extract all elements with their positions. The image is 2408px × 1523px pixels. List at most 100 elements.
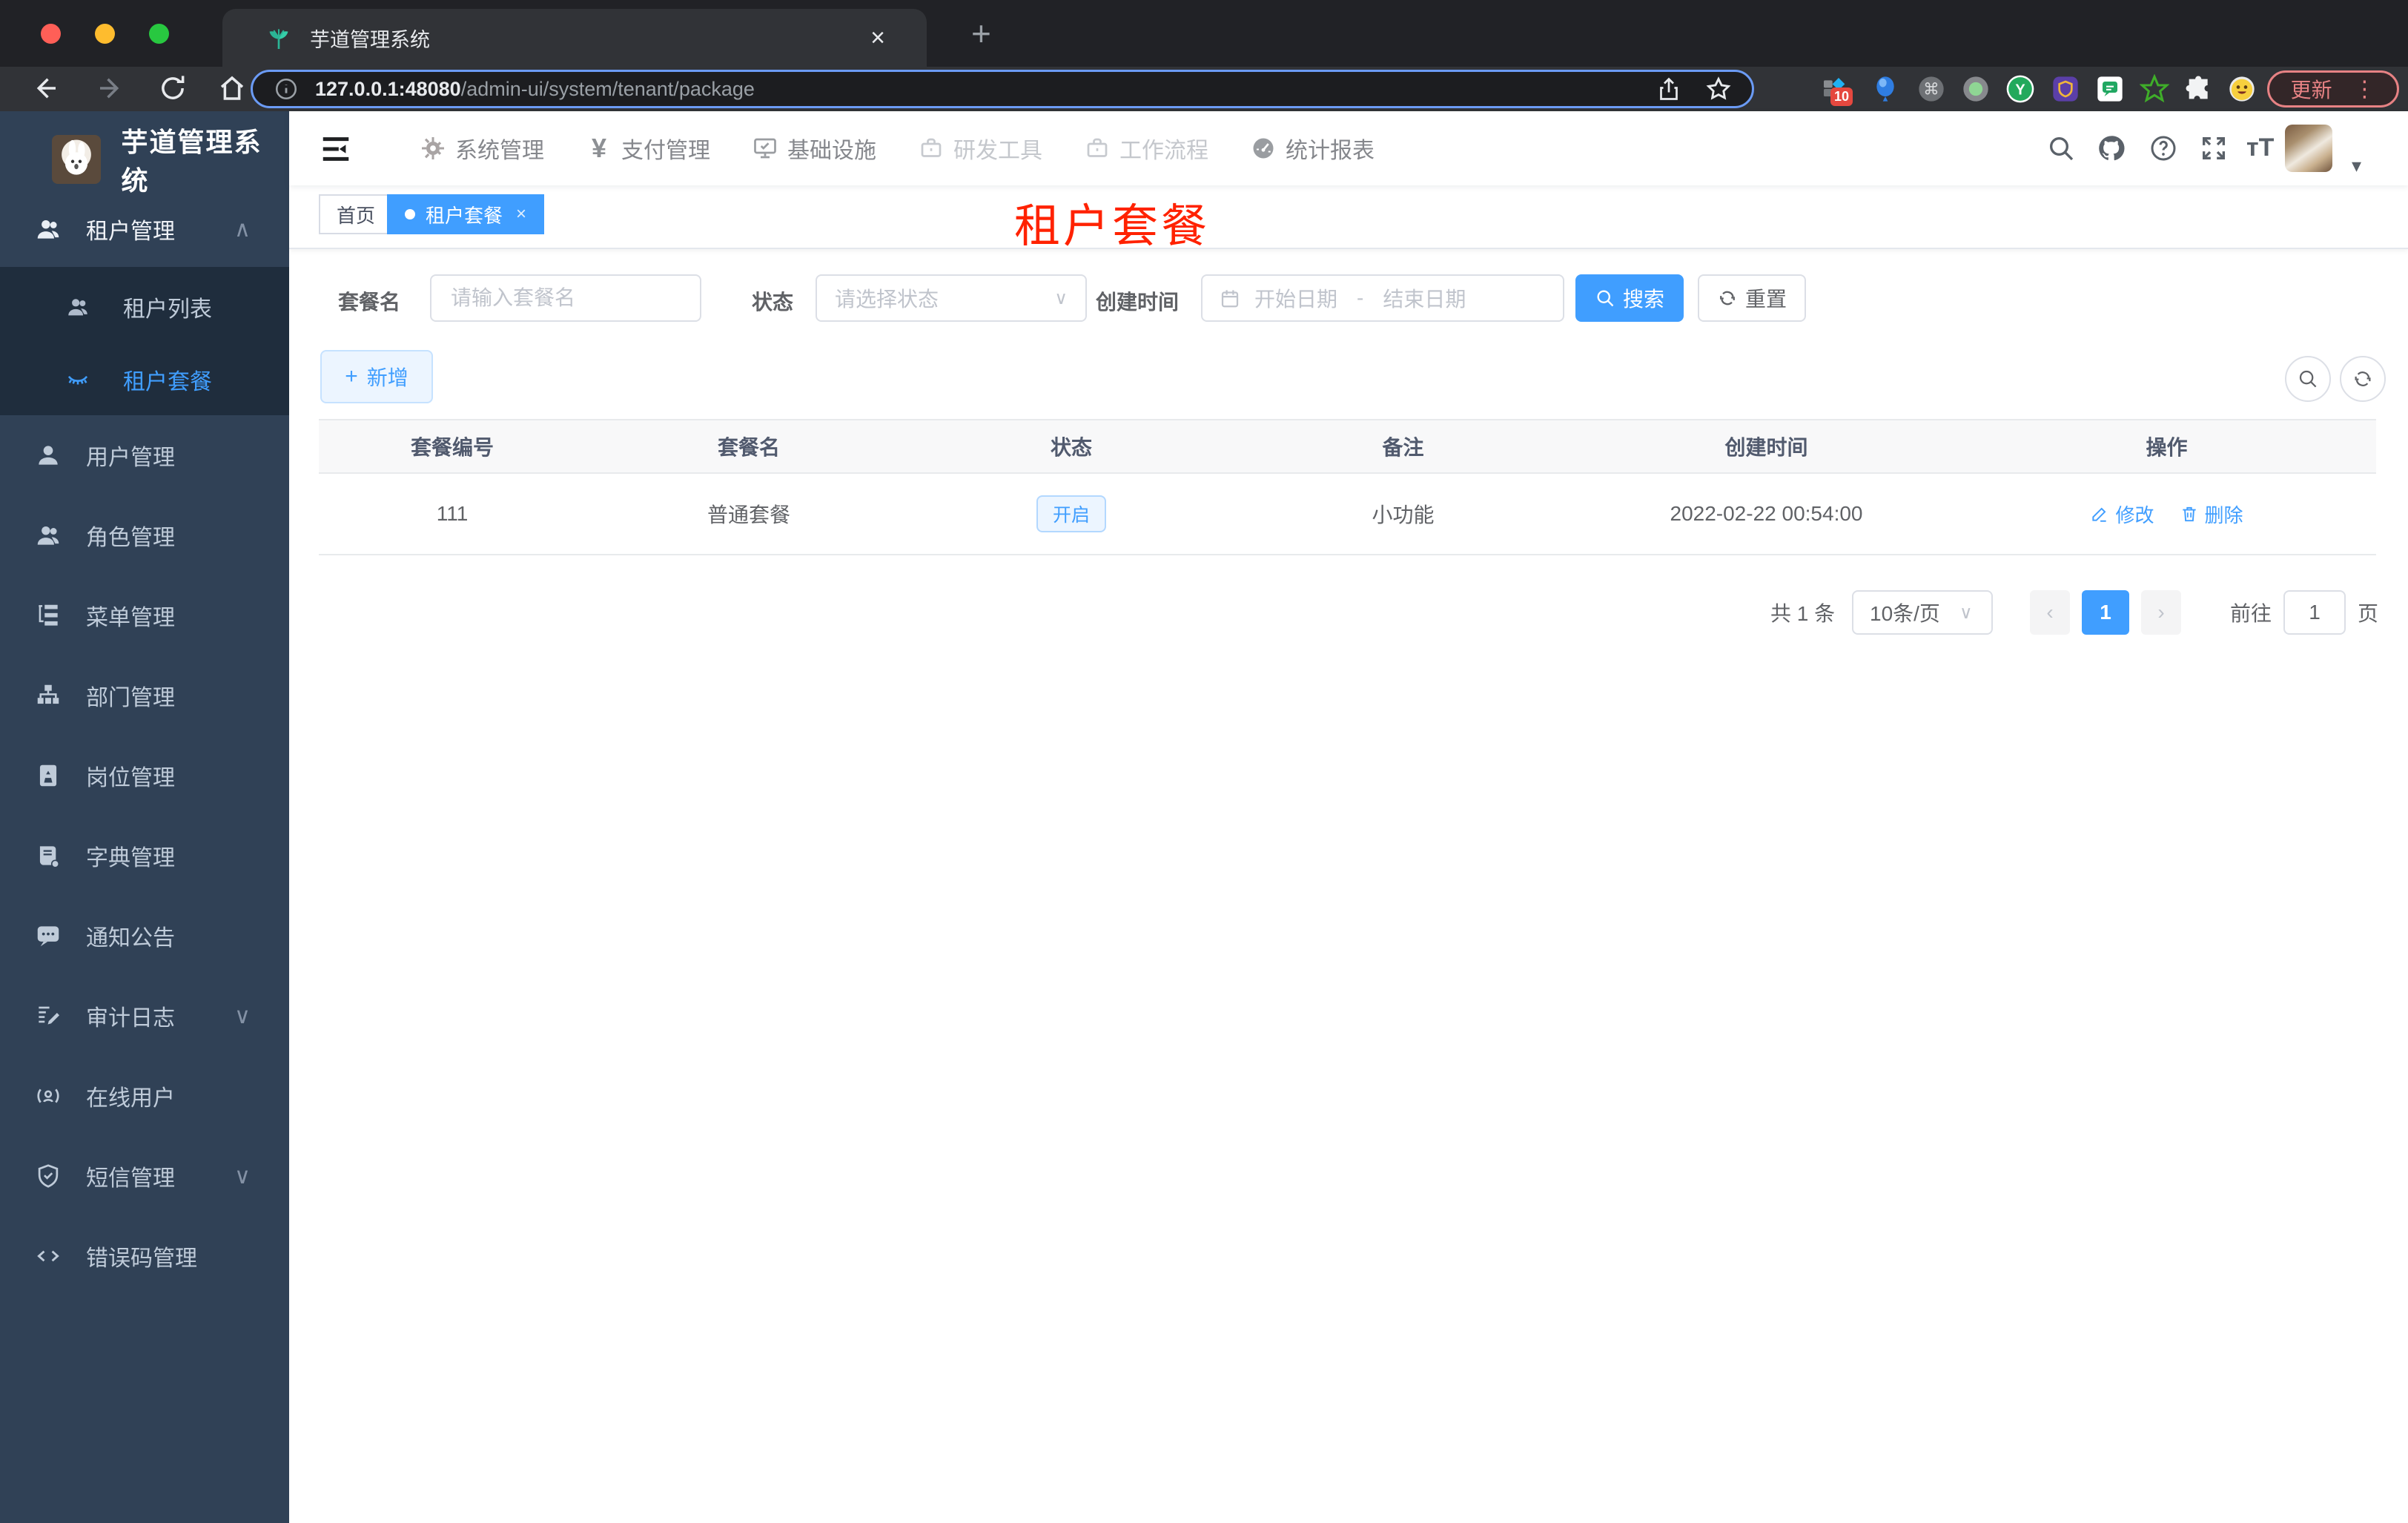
delete-link[interactable]: 删除: [2180, 500, 2243, 528]
nav-item-payment[interactable]: ¥ 支付管理: [586, 132, 710, 165]
column-header: 套餐编号: [410, 436, 494, 459]
nav-item-report[interactable]: 统计报表: [1250, 132, 1375, 165]
tab-close-icon[interactable]: ×: [870, 24, 885, 53]
sidebar-item-label: 角色管理: [86, 526, 175, 550]
goto-page-input[interactable]: [2283, 590, 2346, 635]
sidebar-item-dict-mgmt[interactable]: 字典管理: [0, 816, 289, 896]
sidebar-item-sms-mgmt[interactable]: 短信管理 ∨: [0, 1136, 289, 1216]
nav-item-infra[interactable]: 基础设施: [752, 132, 876, 165]
bookmark-star-icon[interactable]: [1704, 75, 1733, 103]
user-avatar[interactable]: [2285, 125, 2332, 172]
yen-icon: ¥: [591, 133, 607, 163]
url-path: /admin-ui/system/tenant/package: [460, 77, 755, 100]
sidebar-item-dept-mgmt[interactable]: 部门管理: [0, 655, 289, 736]
goto-unit-label: 页: [2358, 602, 2379, 625]
sidebar-item-menu-mgmt[interactable]: 菜单管理: [0, 575, 289, 655]
sidebar-item-tenant-list[interactable]: 租户列表: [0, 267, 289, 347]
calendar-icon: [1221, 290, 1239, 308]
back-icon[interactable]: [30, 73, 61, 104]
reset-button[interactable]: 重置: [1698, 274, 1806, 322]
font-size-icon[interactable]: тT: [2246, 133, 2276, 163]
reload-icon[interactable]: [157, 73, 188, 104]
extension-y-icon[interactable]: Y: [2005, 74, 2035, 104]
home-icon[interactable]: [216, 73, 248, 104]
url-bar[interactable]: 127.0.0.1:48080/admin-ui/system/tenant/p…: [251, 70, 1754, 108]
search-icon[interactable]: [2046, 133, 2076, 163]
add-button[interactable]: + 新增: [320, 350, 433, 403]
chevron-down-icon: ∨: [1054, 288, 1068, 308]
briefcase-icon: [1087, 138, 1108, 157]
prev-icon: ‹: [2046, 601, 2054, 624]
search-icon: [2299, 370, 2317, 388]
extension-puzzle-icon[interactable]: [2184, 74, 2214, 104]
github-icon[interactable]: [2097, 133, 2126, 163]
traffic-minimize-button[interactable]: [95, 24, 115, 44]
prev-page-button[interactable]: ‹: [2030, 590, 2070, 635]
nav-item-workflow[interactable]: 工作流程: [1084, 132, 1208, 165]
sidebar-collapse-icon[interactable]: [319, 132, 353, 166]
extension-balloon-icon[interactable]: [1870, 74, 1900, 104]
sidebar-item-post-mgmt[interactable]: 岗位管理: [0, 736, 289, 816]
sidebar-item-tenant-package[interactable]: 租户套餐: [0, 340, 289, 420]
next-icon: ›: [2157, 601, 2165, 624]
traffic-zoom-button[interactable]: [149, 24, 169, 44]
sidebar-item-online-users[interactable]: 在线用户: [0, 1056, 289, 1136]
browser-toolbar: 127.0.0.1:48080/admin-ui/system/tenant/p…: [0, 67, 2408, 111]
search-toggle-button[interactable]: [2285, 356, 2331, 402]
status-select[interactable]: 请选择状态 ∨: [816, 274, 1087, 322]
next-page-button[interactable]: ›: [2141, 590, 2181, 635]
sidebar-item-audit-log[interactable]: 审计日志 ∨: [0, 976, 289, 1056]
column-header: 备注: [1382, 436, 1424, 459]
date-range-picker[interactable]: 开始日期 - 结束日期: [1201, 274, 1564, 322]
new-tab-button[interactable]: +: [971, 13, 991, 53]
cell-created-time: 2022-02-22 00:54:00: [1670, 502, 1863, 525]
refresh-table-button[interactable]: [2340, 356, 2386, 402]
tag-tab-label: 首页: [337, 204, 376, 227]
traffic-close-button[interactable]: [41, 24, 61, 44]
site-info-icon[interactable]: [274, 76, 299, 102]
share-icon[interactable]: [1656, 76, 1682, 102]
tag-tab-close-icon[interactable]: ×: [516, 204, 526, 225]
current-page-number: 1: [2100, 601, 2111, 624]
extension-chat-icon[interactable]: [2095, 74, 2125, 104]
tag-tab-home[interactable]: 首页: [319, 194, 394, 234]
browser-update-button[interactable]: 更新 ⋮: [2267, 70, 2399, 108]
sidebar-item-user-mgmt[interactable]: 用户管理: [0, 415, 289, 495]
extension-badge: 10: [1830, 87, 1853, 106]
active-dot: [405, 209, 415, 219]
tag-tab-tenant-package[interactable]: 租户套餐 ×: [387, 194, 545, 234]
nav-item-label: 支付管理: [621, 139, 710, 163]
sidebar-item-tenant-mgmt[interactable]: 租户管理 ∧: [0, 189, 289, 269]
sidebar-item-label: 在线用户: [86, 1086, 175, 1111]
nav-item-system[interactable]: 系统管理: [420, 132, 544, 165]
extension-shield-icon[interactable]: [2051, 74, 2080, 104]
extension-command-icon[interactable]: ⌘: [1916, 74, 1946, 104]
current-page-button[interactable]: 1: [2082, 590, 2129, 635]
fullscreen-icon[interactable]: [2199, 133, 2229, 163]
sidebar: 芋道管理系统 租户管理 ∧ 租户列表 租户套餐 用户管理 角色管理 菜单管理 部…: [0, 111, 289, 1523]
package-name-input[interactable]: [430, 274, 701, 322]
chevron-down-icon: ∨: [234, 1003, 251, 1028]
browser-menu-dots-icon[interactable]: ⋮: [2353, 76, 2375, 102]
page-size-select[interactable]: 10条/页 ∨: [1852, 590, 1993, 635]
edit-link[interactable]: 修改: [2090, 500, 2154, 528]
extension-star-icon[interactable]: [2140, 74, 2169, 104]
sidebar-item-error-code[interactable]: 错误码管理: [0, 1216, 289, 1296]
cell-package-name: 普通套餐: [707, 503, 790, 526]
extension-kite-icon[interactable]: 10: [1820, 74, 1853, 106]
browser-tab[interactable]: 芋道管理系统 ×: [222, 9, 927, 67]
brand-row[interactable]: 芋道管理系统: [0, 126, 289, 196]
nav-item-devtools[interactable]: 研发工具: [918, 132, 1042, 165]
help-icon[interactable]: [2149, 133, 2178, 163]
extension-emoji-icon[interactable]: [2227, 74, 2257, 104]
filter-date-label: 创建时间: [1096, 291, 1180, 314]
search-button[interactable]: 搜索: [1575, 274, 1684, 322]
table-header-row: 套餐编号 套餐名 状态 备注 创建时间 操作: [319, 420, 2376, 474]
avatar-caret-icon[interactable]: ▾: [2352, 154, 2361, 177]
extension-record-icon[interactable]: [1961, 74, 1991, 104]
sidebar-item-notice[interactable]: 通知公告: [0, 896, 289, 976]
chevron-down-icon: ∨: [1959, 602, 1973, 623]
update-label: 更新: [2290, 79, 2332, 102]
sidebar-item-role-mgmt[interactable]: 角色管理: [0, 495, 289, 575]
forward-icon[interactable]: [95, 73, 126, 104]
